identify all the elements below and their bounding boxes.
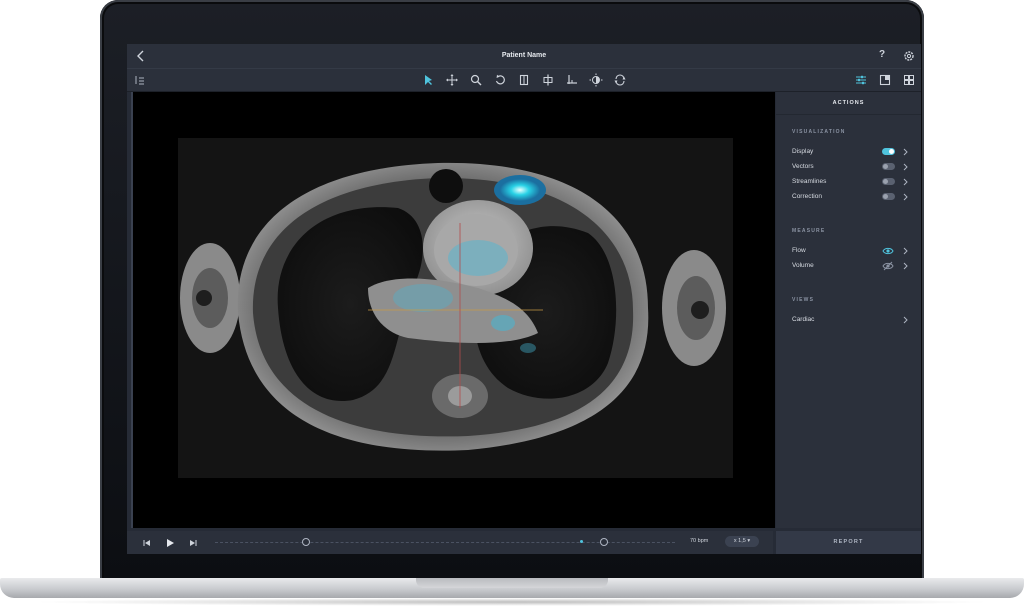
title-bar: Patient Name ? [127,44,921,68]
current-frame-marker [580,540,583,543]
chevron-right-icon[interactable] [902,161,910,173]
gear-icon[interactable] [902,49,916,63]
measure-title: MEASURE [792,228,826,234]
row-flow[interactable]: Flow [792,245,910,257]
row-label: Flow [792,247,806,254]
sliders-icon[interactable] [854,73,868,87]
row-label: Display [792,148,814,155]
panel-header: ACTIONS [776,92,921,115]
visualization-title: VISUALIZATION [792,129,846,135]
display-toggle[interactable] [882,148,895,155]
chevron-right-icon[interactable] [902,260,910,272]
row-display[interactable]: Display [792,146,910,158]
streamlines-toggle[interactable] [882,178,895,185]
correction-toggle[interactable] [882,193,895,200]
zoom-icon[interactable] [469,73,483,87]
speed-select[interactable]: x 1,5 ▾ [725,536,759,547]
step-forward-icon[interactable] [187,536,199,548]
row-cardiac[interactable]: Cardiac [792,314,910,326]
chevron-right-icon[interactable] [902,146,910,158]
axis-icon[interactable] [565,73,579,87]
heart-rate-readout: 70 bpm [690,538,709,544]
chevron-right-icon[interactable] [902,314,910,326]
row-label: Streamlines [792,178,827,185]
toolbar [127,68,921,92]
vectors-toggle[interactable] [882,163,895,170]
grid-icon[interactable] [902,73,916,87]
chevron-down-icon: ▾ [747,538,751,544]
chevron-right-icon[interactable] [902,191,910,203]
timeline-end-handle[interactable] [600,538,608,546]
eye-icon[interactable] [882,246,894,256]
row-streamlines[interactable]: Streamlines [792,176,910,188]
actions-panel: ACTIONS VISUALIZATION Display Vectors St… [776,92,921,528]
layout-icon[interactable] [878,73,892,87]
rotate-icon[interactable] [493,73,507,87]
contrast-icon[interactable] [589,73,603,87]
eye-off-icon[interactable] [882,261,894,271]
split-icon[interactable] [541,73,555,87]
row-correction[interactable]: Correction [792,191,910,203]
reset-icon[interactable] [613,73,627,87]
app-screen: Patient Name ? ACTIONS VISUALIZATION Dis… [127,44,921,554]
row-volume[interactable]: Volume [792,260,910,272]
chevron-right-icon[interactable] [902,176,910,188]
speed-value: x 1,5 [733,538,746,544]
list-icon[interactable] [133,73,147,87]
image-viewport[interactable] [131,92,775,528]
row-label: Vectors [792,163,814,170]
row-label: Cardiac [792,316,815,323]
row-label: Volume [792,262,814,269]
page-title: Patient Name [501,52,547,59]
pointer-icon[interactable] [421,73,435,87]
flip-icon[interactable] [517,73,531,87]
timeline-start-handle[interactable] [302,538,310,546]
chevron-right-icon[interactable] [902,245,910,257]
move-icon[interactable] [445,73,459,87]
report-button[interactable]: REPORT [776,531,921,554]
laptop-shadow [30,598,994,606]
step-back-icon[interactable] [141,536,153,548]
row-label: Correction [792,193,822,200]
play-icon[interactable] [164,536,176,548]
views-title: VIEWS [792,297,815,303]
row-vectors[interactable]: Vectors [792,161,910,173]
help-icon[interactable]: ? [879,49,885,60]
mri-scan-image [178,138,733,478]
playback-bar: 70 bpm x 1,5 ▾ [127,531,773,554]
laptop-notch [416,578,608,588]
